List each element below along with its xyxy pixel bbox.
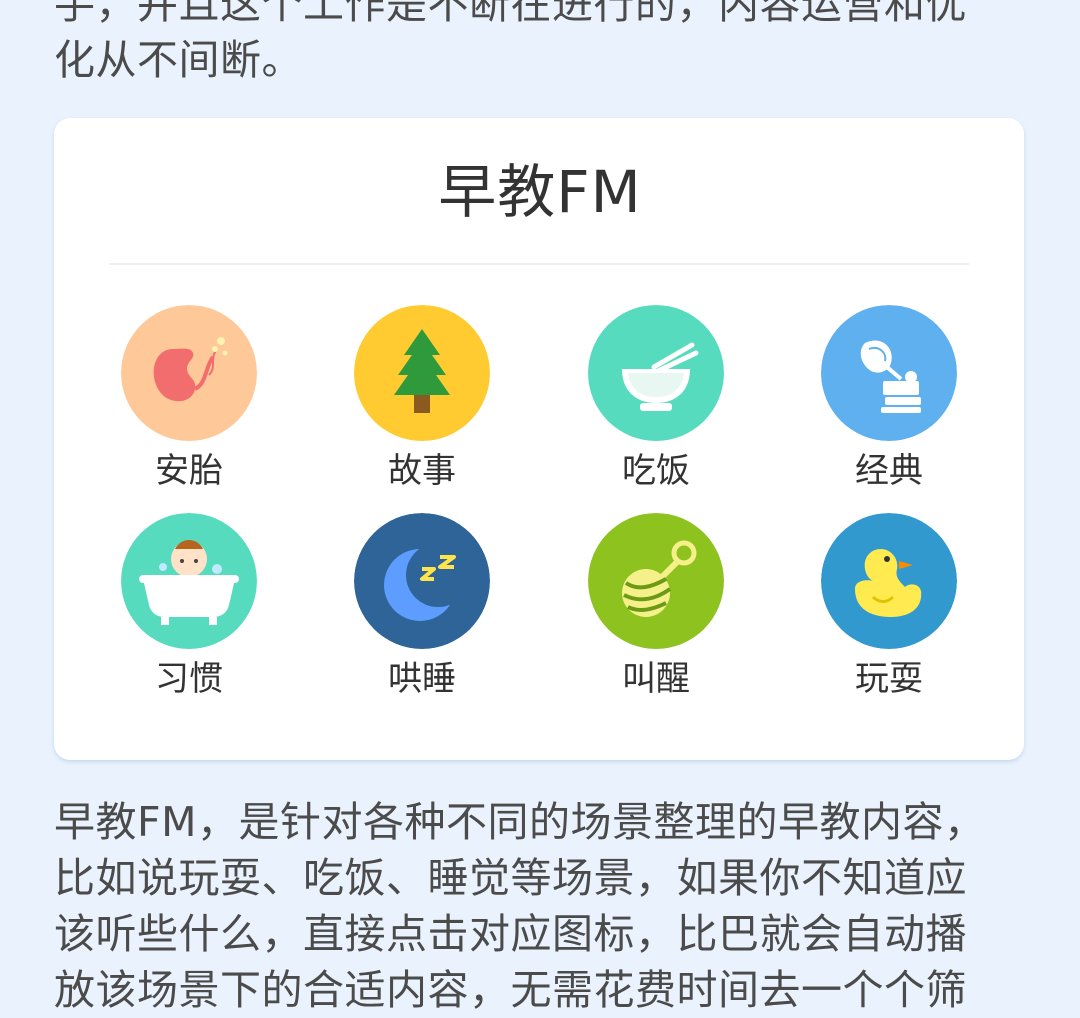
description-line-4: 放该场景下的合适内容，无需花费时间去一个个筛 [54,966,967,1014]
category-tile-classic[interactable]: 经典 [789,305,989,495]
category-tile-habits[interactable]: 习惯 [89,513,289,703]
category-label-habits: 习惯 [155,659,223,699]
category-tile-wakeup[interactable]: 叫醒 [556,513,756,703]
intro-paragraph: 手，并且这个工作是不断在进行的，内容运营和优 化从不间断。 [54,0,1044,88]
category-label-eating: 吃饭 [622,451,690,491]
rattle-icon [588,513,724,649]
category-tile-play[interactable]: 玩耍 [789,513,989,703]
category-tile-story[interactable]: 故事 [322,305,522,495]
pine-tree-icon [354,305,490,441]
category-label-story: 故事 [388,451,456,491]
category-label-classic: 经典 [855,451,923,491]
category-label-play: 玩耍 [855,659,923,699]
category-label-lullaby: 哄睡 [388,659,456,699]
moon-sleep-icon [354,513,490,649]
rubber-duck-icon [821,513,957,649]
category-tile-pregnancy[interactable]: 安胎 [89,305,289,495]
category-tile-eating[interactable]: 吃饭 [556,305,756,495]
fetus-icon [121,305,257,441]
description-line-2: 比如说玩耍、吃饭、睡觉等场景，如果你不知道应 [54,854,967,902]
rice-bowl-icon [588,305,724,441]
description-line-3: 该听些什么，直接点击对应图标，比巴就会自动播 [54,910,967,958]
card-title: 早教FM [438,158,642,226]
description-line-1: 早教FM，是针对各种不同的场景整理的早教内容， [54,798,986,846]
card-divider [109,263,969,265]
description-paragraph: 早教FM，是针对各种不同的场景整理的早教内容， 比如说玩耍、吃饭、睡觉等场景，如… [54,794,1044,1018]
category-label-wakeup: 叫醒 [622,659,690,699]
category-tile-lullaby[interactable]: 哄睡 [322,513,522,703]
gramophone-icon [821,305,957,441]
category-label-pregnancy: 安胎 [155,451,223,491]
baby-bathtub-icon [121,513,257,649]
intro-line-1: 手，并且这个工作是不断在进行的，内容运营和优 [54,0,967,28]
intro-line-2: 化从不间断。 [54,36,303,84]
